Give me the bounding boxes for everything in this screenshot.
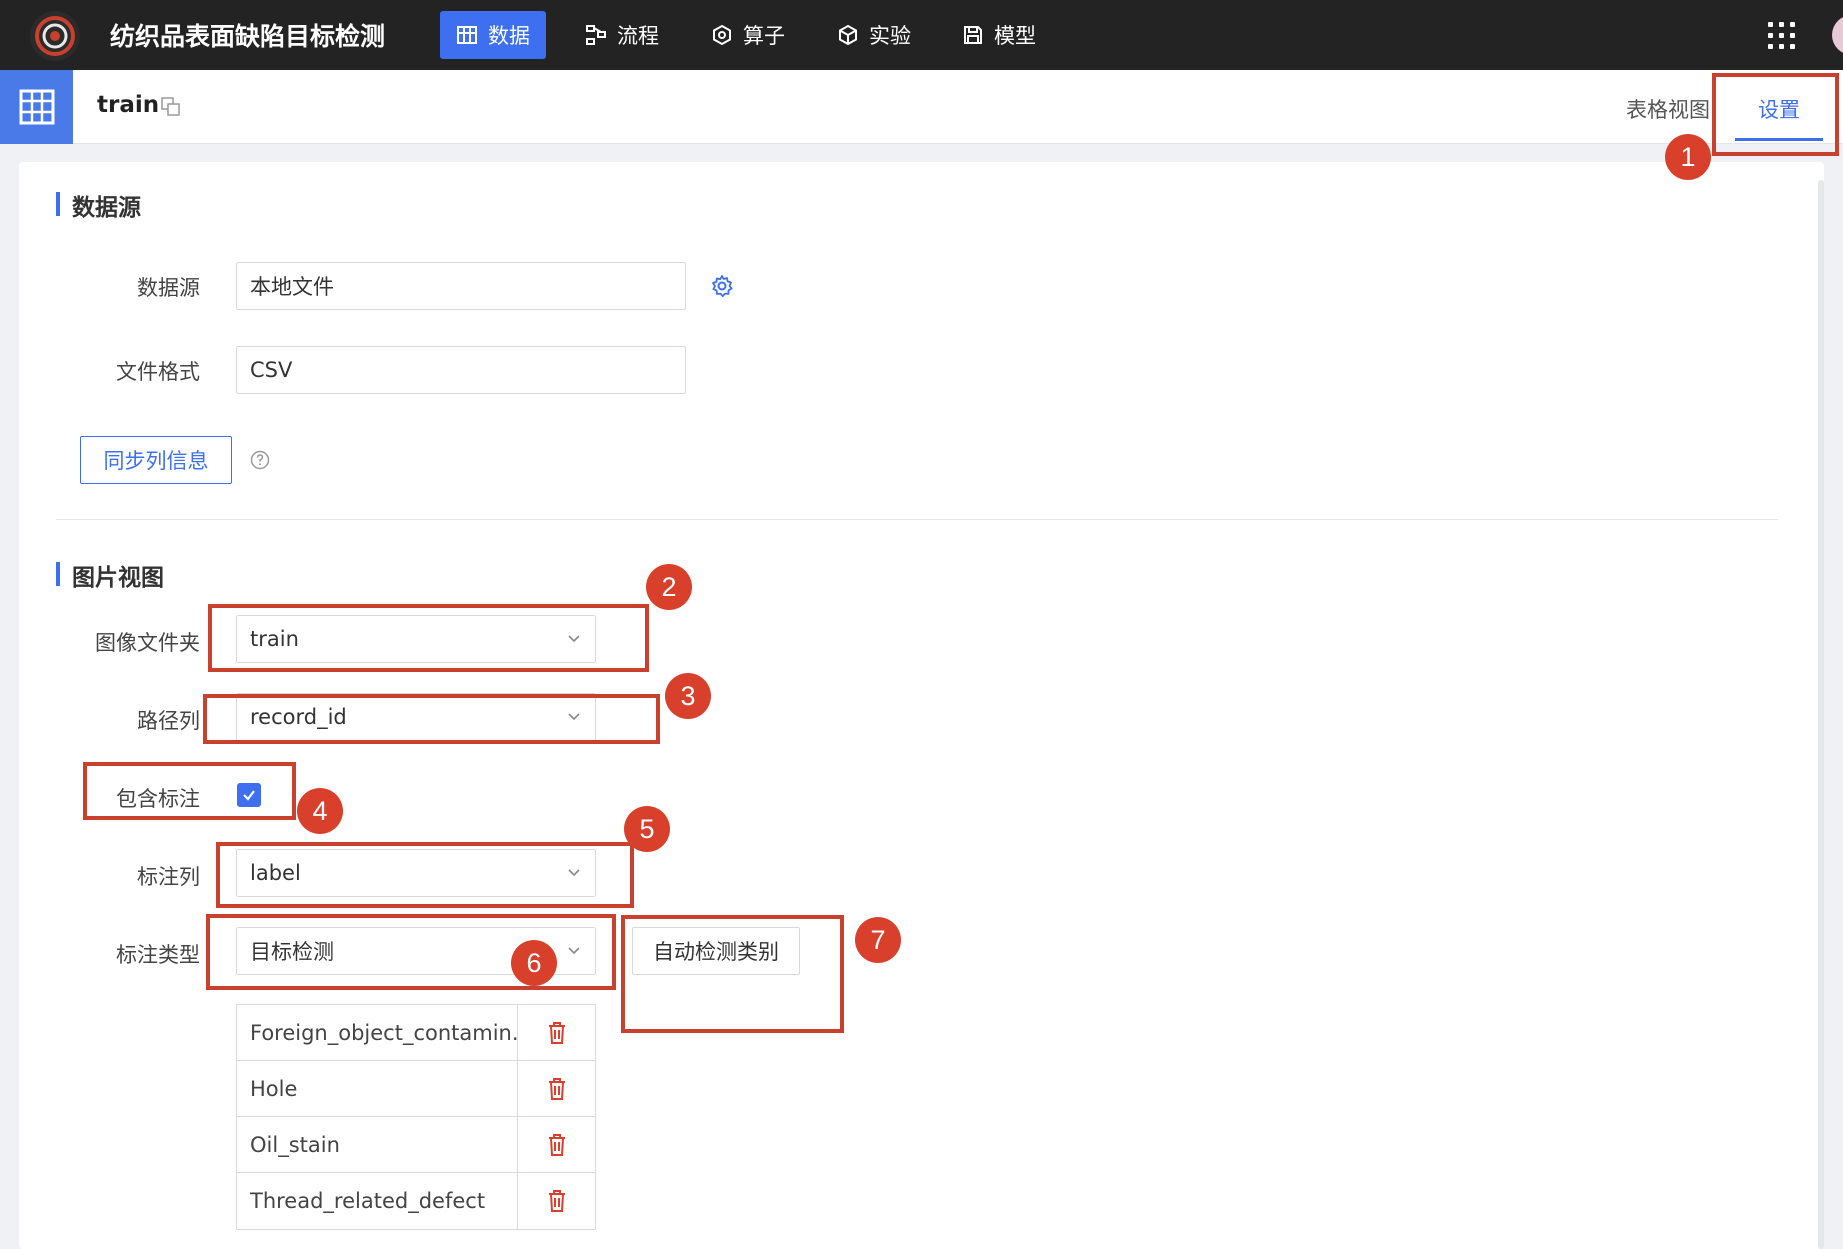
path-column-label: 路径列: [137, 709, 200, 733]
trash-icon[interactable]: [546, 1021, 568, 1045]
source-label: 数据源: [137, 276, 200, 300]
trash-icon[interactable]: [546, 1189, 568, 1213]
class-name[interactable]: Foreign_object_contamin...: [237, 1005, 518, 1060]
image-folder-label: 图像文件夹: [95, 631, 200, 655]
annotation-badge-4: 4: [297, 788, 343, 834]
annotation-box-3: [203, 694, 660, 744]
dataset-icon: [0, 70, 73, 144]
top-bar: 纺织品表面缺陷目标检测 数据 流程 算子 实验 模型: [0, 0, 1843, 70]
tab-table-view[interactable]: 表格视图: [1626, 94, 1710, 124]
hexagon-icon: [713, 24, 731, 46]
list-item: Hole: [237, 1061, 595, 1117]
trash-icon[interactable]: [546, 1077, 568, 1101]
dataset-name: train: [97, 92, 160, 118]
label-type-label: 标注类型: [116, 943, 200, 967]
help-icon[interactable]: [250, 450, 270, 470]
table-icon: [19, 89, 54, 125]
nav-operators[interactable]: 算子: [695, 11, 801, 59]
dataset-header: train 表格视图 设置: [0, 70, 1843, 144]
source-field[interactable]: 本地文件: [236, 262, 686, 310]
save-icon: [964, 26, 982, 44]
nav-models[interactable]: 模型: [946, 11, 1052, 59]
app-title: 纺织品表面缺陷目标检测: [110, 22, 386, 51]
annotation-badge-1: 1: [1665, 134, 1711, 180]
apps-grid-icon[interactable]: [1768, 22, 1796, 50]
nav-experiments[interactable]: 实验: [821, 11, 927, 59]
scrollbar[interactable]: [1818, 180, 1824, 1249]
nav-label: 实验: [869, 24, 911, 48]
annotation-badge-5: 5: [624, 806, 670, 852]
nav-label: 算子: [743, 24, 785, 48]
section-title-image-view: 图片视图: [56, 558, 164, 592]
section-divider: [56, 519, 1778, 520]
annotation-box-5: [216, 842, 634, 908]
gear-icon[interactable]: [710, 274, 734, 298]
table-icon: [457, 26, 477, 44]
source-value: 本地文件: [250, 275, 334, 299]
annotation-box-2: [208, 604, 649, 672]
avatar[interactable]: [1832, 15, 1843, 55]
class-list: Foreign_object_contamin... Hole Oil_stai…: [236, 1004, 596, 1230]
nav-data[interactable]: 数据: [440, 11, 546, 59]
list-item: Foreign_object_contamin...: [237, 1005, 595, 1061]
annotation-badge-3: 3: [665, 673, 711, 719]
class-name[interactable]: Hole: [237, 1061, 518, 1116]
logo-icon: [35, 16, 75, 56]
section-title-data-source: 数据源: [56, 188, 141, 222]
annotation-badge-2: 2: [646, 564, 692, 610]
format-value: CSV: [250, 358, 293, 382]
copy-icon[interactable]: [160, 96, 182, 118]
format-field[interactable]: CSV: [236, 346, 686, 394]
list-item: Thread_related_defect: [237, 1173, 595, 1229]
annotation-box-7: [621, 915, 844, 1033]
sync-columns-button[interactable]: 同步列信息: [80, 436, 232, 484]
class-name[interactable]: Thread_related_defect: [237, 1173, 518, 1229]
annotation-badge-6: 6: [511, 940, 557, 986]
annotation-badge-7: 7: [855, 917, 901, 963]
annotation-box-4: [83, 762, 296, 820]
app-logo[interactable]: [30, 11, 80, 61]
cube-icon: [839, 24, 857, 46]
nav-label: 数据: [488, 24, 530, 48]
class-name[interactable]: Oil_stain: [237, 1117, 518, 1172]
format-label: 文件格式: [116, 360, 200, 384]
list-item: Oil_stain: [237, 1117, 595, 1173]
nav-label: 模型: [994, 24, 1036, 48]
annotation-box-1: [1712, 73, 1839, 156]
nav-flow[interactable]: 流程: [569, 11, 675, 59]
trash-icon[interactable]: [546, 1133, 568, 1157]
flow-icon: [586, 25, 606, 45]
nav-label: 流程: [617, 24, 659, 48]
label-column-label: 标注列: [137, 865, 200, 889]
